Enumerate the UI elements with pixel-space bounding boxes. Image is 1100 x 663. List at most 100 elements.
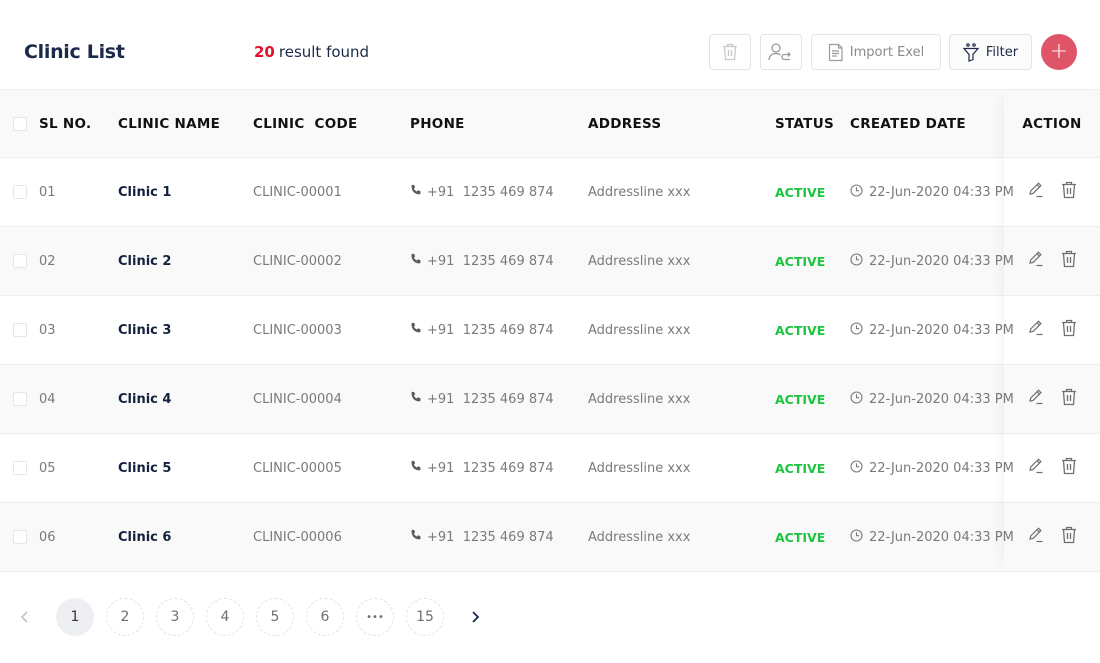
- status-badge: ACTIVE: [775, 184, 826, 200]
- row-actions: [1004, 227, 1100, 295]
- page-ellipsis[interactable]: •••: [356, 598, 394, 636]
- phone-number: +91 1235 469 874: [427, 253, 554, 269]
- clinic-name[interactable]: Clinic 5: [118, 434, 171, 502]
- edit-icon[interactable]: [1027, 250, 1045, 272]
- select-all-checkbox[interactable]: [13, 116, 27, 131]
- created-date-cell: 22-Jun-2020 04:33 PM: [850, 365, 1014, 433]
- edit-icon[interactable]: [1027, 457, 1045, 479]
- table-header: SL NO. CLINIC NAME CLINIC CODE PHONE ADD…: [0, 89, 1100, 158]
- chevron-left-icon[interactable]: [15, 607, 35, 627]
- filter-button[interactable]: Filter: [949, 34, 1032, 70]
- page-button[interactable]: 5: [256, 598, 294, 636]
- filter-icon: [962, 42, 979, 62]
- created-date-cell: 22-Jun-2020 04:33 PM: [850, 503, 1014, 571]
- col-phone[interactable]: PHONE: [410, 90, 465, 157]
- clinic-code: CLINIC-00002: [253, 253, 342, 269]
- row-checkbox[interactable]: [13, 323, 27, 337]
- add-clinic-button[interactable]: +: [1041, 34, 1077, 70]
- clock-icon: [850, 183, 863, 201]
- pagination: 1 2 3 4 5 6 ••• 15: [0, 597, 520, 637]
- table-row: 03 Clinic 3 CLINIC-00003 +91 1235 469 874 Ad…: [0, 296, 1100, 365]
- clinic-name[interactable]: Clinic 2: [118, 227, 171, 295]
- row-checkbox[interactable]: [13, 392, 27, 406]
- phone-cell: +91 1235 469 874: [410, 365, 554, 433]
- address: Addressline xxx: [588, 322, 691, 338]
- phone-cell: +91 1235 469 874: [410, 503, 554, 571]
- phone-cell: +91 1235 469 874: [410, 158, 554, 226]
- clinic-code: CLINIC-00004: [253, 391, 342, 407]
- row-checkbox[interactable]: [13, 530, 27, 544]
- table-row: 04 Clinic 4 CLINIC-00004 +91 1235 469 874 Ad…: [0, 365, 1100, 434]
- trash-icon: [722, 43, 738, 61]
- row-actions: [1004, 434, 1100, 502]
- sl-no: 06: [39, 529, 56, 545]
- sl-no: 02: [39, 253, 56, 269]
- trash-icon[interactable]: [1061, 526, 1077, 548]
- page-button[interactable]: 15: [406, 598, 444, 636]
- clinic-table: SL NO. CLINIC NAME CLINIC CODE PHONE ADD…: [0, 89, 1100, 572]
- sl-no: 03: [39, 322, 56, 338]
- table-row: 01 Clinic 1 CLINIC-00001 +91 1235 469 874 Ad…: [0, 158, 1100, 227]
- row-actions: [1004, 296, 1100, 364]
- created-date-cell: 22-Jun-2020 04:33 PM: [850, 296, 1014, 364]
- trash-icon[interactable]: [1061, 457, 1077, 479]
- status-badge: ACTIVE: [775, 253, 826, 269]
- created-date-cell: 22-Jun-2020 04:33 PM: [850, 227, 1014, 295]
- phone-icon: [410, 322, 422, 338]
- row-checkbox[interactable]: [13, 461, 27, 475]
- page-header: Clinic List 20result found Import Exel: [0, 0, 1100, 90]
- clock-icon: [850, 321, 863, 339]
- col-status[interactable]: STATUS: [775, 90, 834, 157]
- trash-icon[interactable]: [1061, 181, 1077, 203]
- page-button[interactable]: 4: [206, 598, 244, 636]
- page-button[interactable]: 1: [56, 598, 94, 636]
- trash-icon[interactable]: [1061, 250, 1077, 272]
- row-actions: [1004, 158, 1100, 226]
- col-created-date[interactable]: CREATED DATE: [850, 90, 966, 157]
- edit-icon[interactable]: [1027, 526, 1045, 548]
- address: Addressline xxx: [588, 529, 691, 545]
- sl-no: 04: [39, 391, 56, 407]
- page-button[interactable]: 3: [156, 598, 194, 636]
- created-date: 22-Jun-2020 04:33 PM: [869, 184, 1014, 200]
- page-button[interactable]: 6: [306, 598, 344, 636]
- sl-no: 01: [39, 184, 56, 200]
- status-badge: ACTIVE: [775, 460, 826, 476]
- trash-icon[interactable]: [1061, 319, 1077, 341]
- user-transfer-icon: [768, 42, 794, 62]
- col-action: ACTION: [1022, 115, 1082, 132]
- phone-icon: [410, 391, 422, 407]
- phone-number: +91 1235 469 874: [427, 391, 554, 407]
- import-excel-button[interactable]: Import Exel: [811, 34, 941, 70]
- col-sl-no[interactable]: SL NO.: [39, 90, 91, 157]
- assign-user-button[interactable]: [760, 34, 802, 70]
- col-clinic-code[interactable]: CLINIC CODE: [253, 90, 358, 157]
- row-checkbox[interactable]: [13, 254, 27, 268]
- trash-icon[interactable]: [1061, 388, 1077, 410]
- document-icon: [828, 43, 844, 62]
- sl-no: 05: [39, 460, 56, 476]
- clinic-code: CLINIC-00006: [253, 529, 342, 545]
- edit-icon[interactable]: [1027, 181, 1045, 203]
- edit-icon[interactable]: [1027, 319, 1045, 341]
- address: Addressline xxx: [588, 184, 691, 200]
- chevron-right-icon[interactable]: [465, 607, 485, 627]
- col-address[interactable]: ADDRESS: [588, 90, 661, 157]
- filter-label: Filter: [985, 44, 1019, 60]
- clinic-code: CLINIC-00001: [253, 184, 342, 200]
- clinic-name[interactable]: Clinic 4: [118, 365, 171, 433]
- clinic-name[interactable]: Clinic 1: [118, 158, 171, 226]
- clinic-name[interactable]: Clinic 6: [118, 503, 171, 571]
- created-date: 22-Jun-2020 04:33 PM: [869, 460, 1014, 476]
- page-button[interactable]: 2: [106, 598, 144, 636]
- result-count: 20: [254, 43, 275, 61]
- status-badge: ACTIVE: [775, 322, 826, 338]
- table-body: 01 Clinic 1 CLINIC-00001 +91 1235 469 874 Ad…: [0, 158, 1100, 572]
- edit-icon[interactable]: [1027, 388, 1045, 410]
- bulk-delete-button[interactable]: [709, 34, 751, 70]
- row-checkbox[interactable]: [13, 185, 27, 199]
- phone-icon: [410, 460, 422, 476]
- clinic-name[interactable]: Clinic 3: [118, 296, 171, 364]
- clinic-code: CLINIC-00005: [253, 460, 342, 476]
- col-clinic-name[interactable]: CLINIC NAME: [118, 90, 220, 157]
